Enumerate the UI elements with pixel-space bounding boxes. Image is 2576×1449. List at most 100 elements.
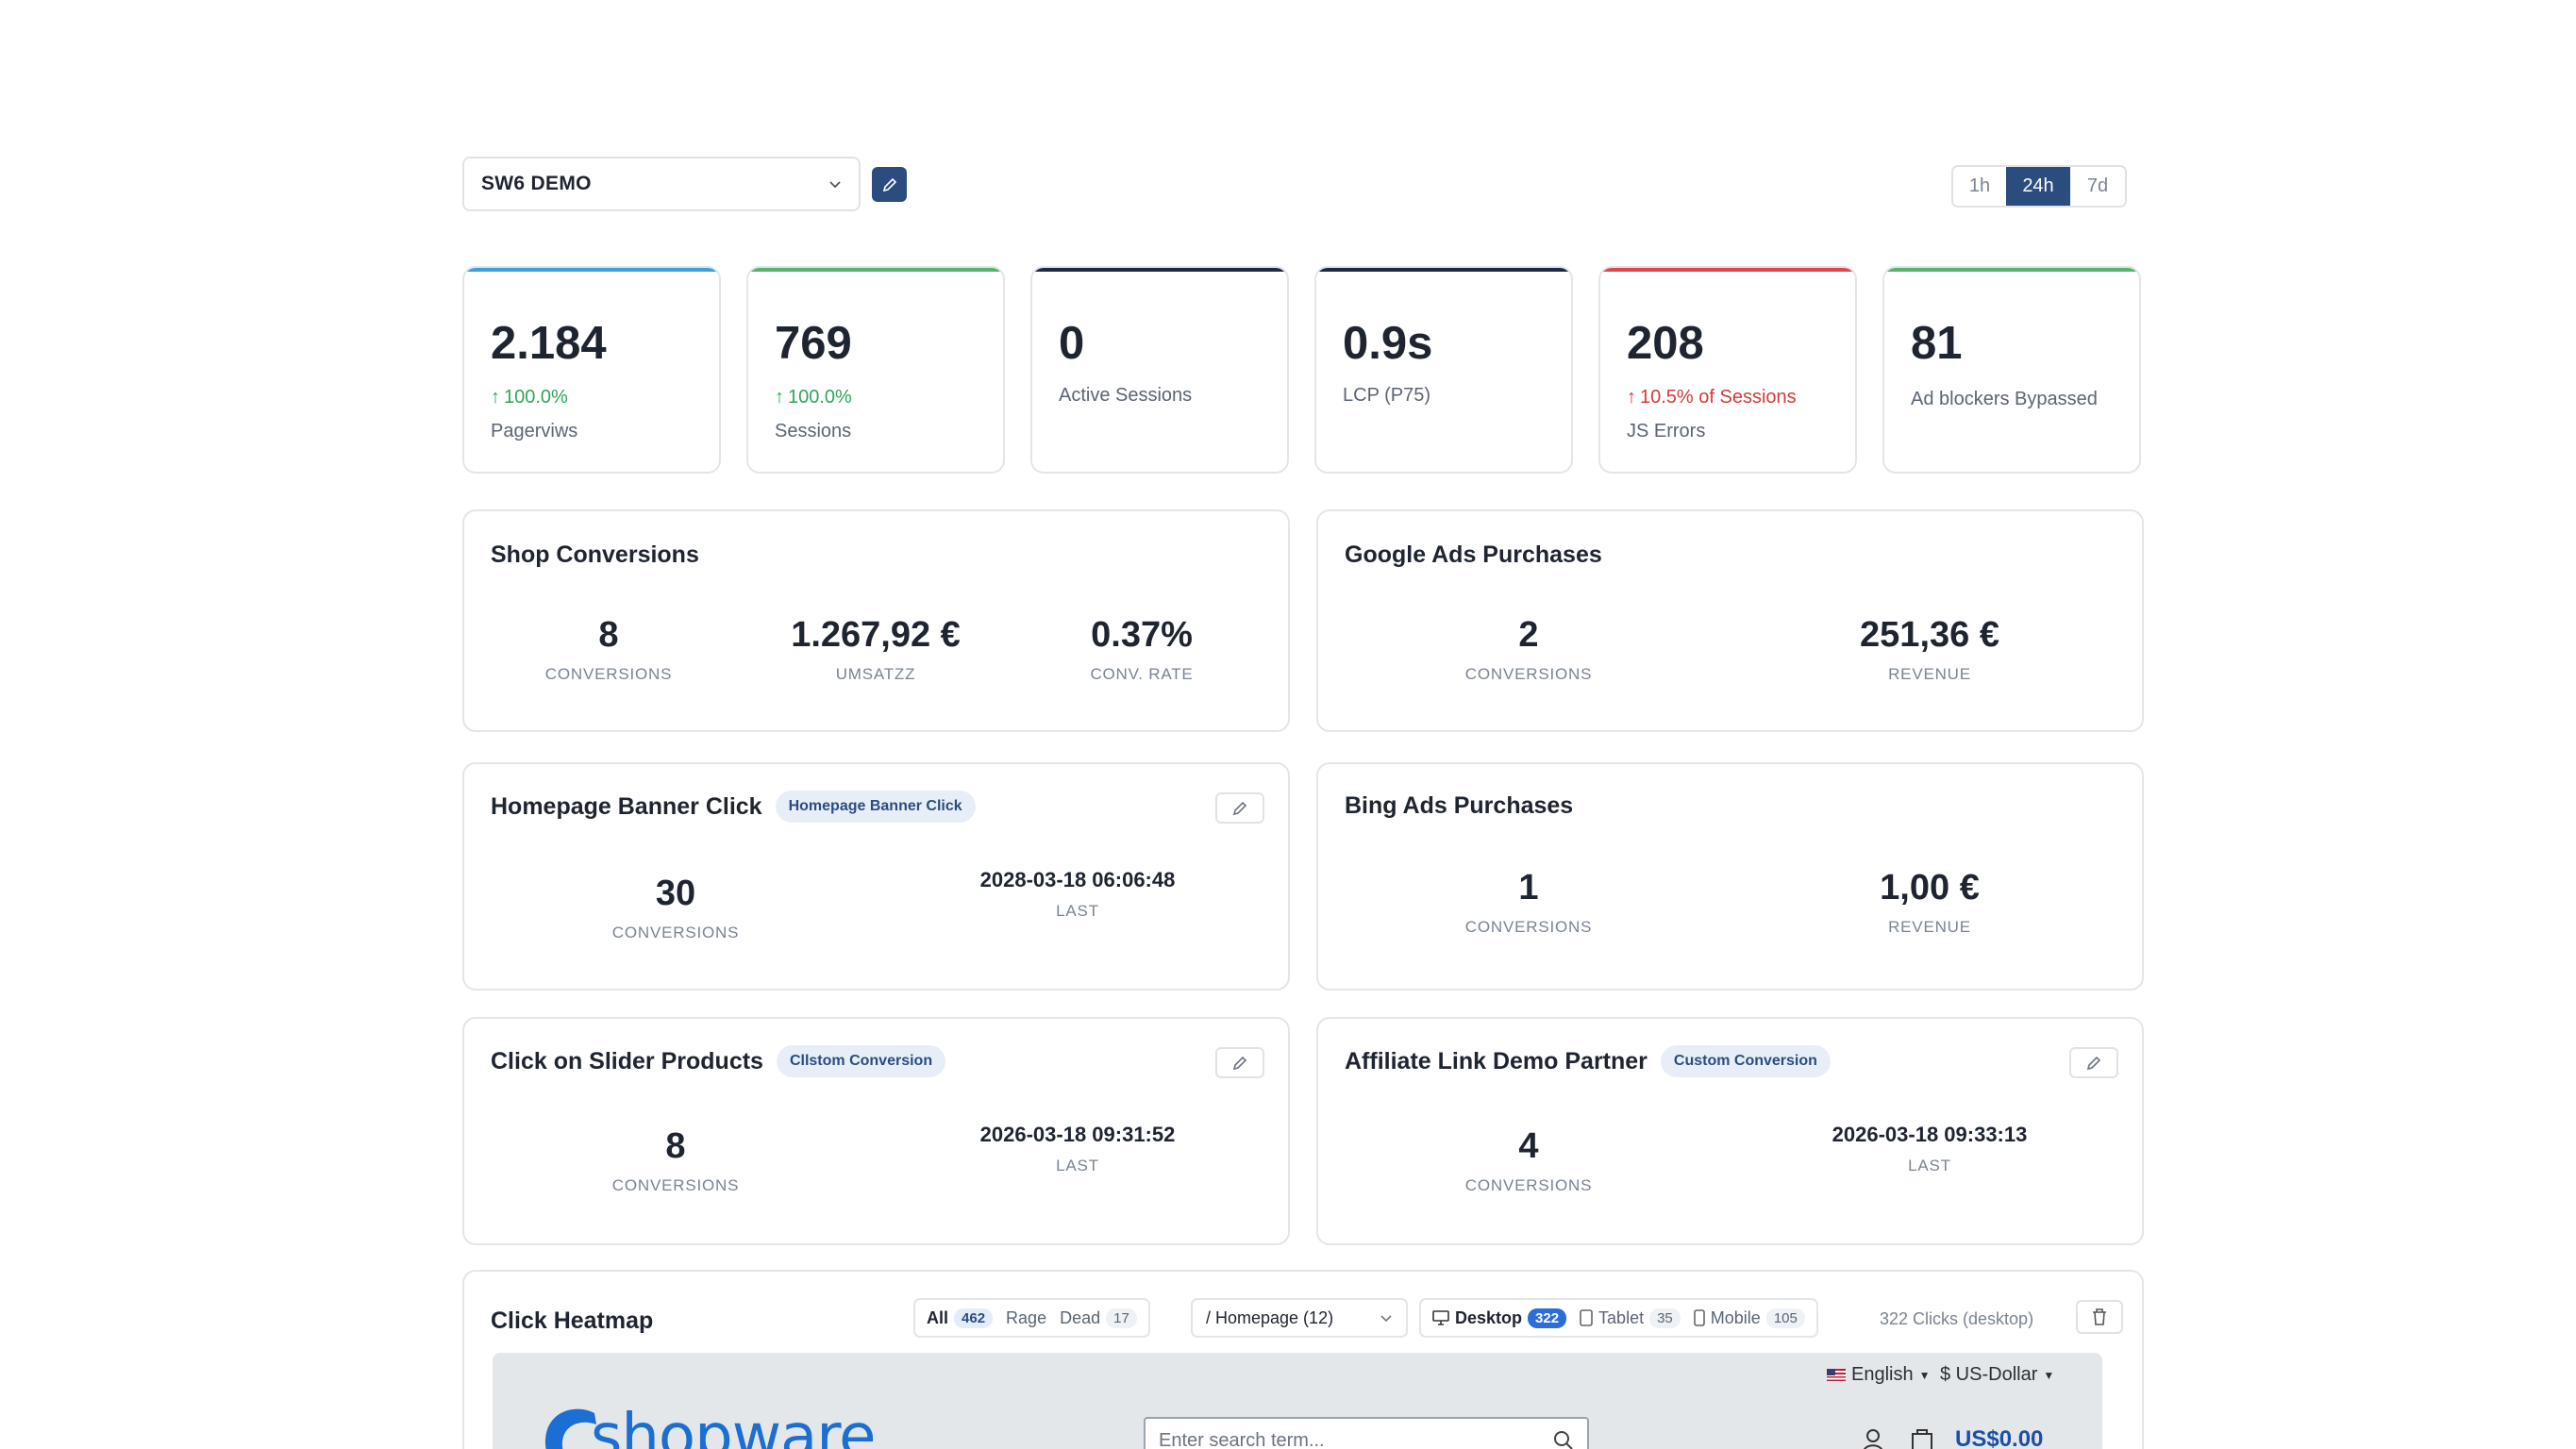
stat-value: 8 <box>665 1126 686 1166</box>
stat-conversions: 30 CONVERSIONS <box>612 874 739 942</box>
clicks-summary: 322 Clicks (desktop) <box>1880 1309 2034 1328</box>
google-ads-panel: Google Ads Purchases 2 CONVERSIONS 251,3… <box>1316 509 2144 732</box>
arrow-up-icon: ↑ <box>1627 387 1636 408</box>
caret-down-icon: ▼ <box>1918 1368 1931 1382</box>
filter-count: 462 <box>954 1307 994 1328</box>
kpi-js-errors-card: 208 ↑ 10.5% of Sessions JS Errors <box>1598 266 1857 474</box>
chevron-down-icon <box>1380 1315 1392 1323</box>
edit-conversion-button[interactable] <box>2069 1047 2118 1078</box>
language-switch[interactable]: English ▼ <box>1827 1364 1931 1386</box>
kpi-label: Ad blockers Bypassed <box>1911 389 2098 409</box>
kpi-delta-text: 100.0% <box>504 387 568 408</box>
kpi-accent-line <box>1032 268 1287 272</box>
page-select[interactable]: / Homepage (12) <box>1191 1298 1408 1338</box>
panel-title: Shop Conversions <box>491 541 699 568</box>
stat-conversions: 1 CONVERSIONS <box>1465 868 1592 937</box>
kpi-label: JS Errors <box>1627 421 1706 441</box>
kpi-value: 81 <box>1911 318 1963 369</box>
mobile-icon <box>1693 1309 1705 1326</box>
filter-rage[interactable]: Rage <box>1006 1308 1046 1328</box>
homepage-banner-panel: Homepage Banner Click Homepage Banner Cl… <box>462 762 1290 991</box>
kpi-pageviews-card: 2.184 ↑ 100.0% Pagerviws <box>462 266 721 474</box>
range-7d-button[interactable]: 7d <box>2070 167 2125 206</box>
cart-icon[interactable] <box>1910 1426 1934 1449</box>
panel-title: Google Ads Purchases <box>1345 541 1602 568</box>
stat-caption: CONVERSIONS <box>1464 665 1593 683</box>
account-icon[interactable] <box>1863 1428 1883 1449</box>
kpi-label: LCP (P75) <box>1343 385 1431 406</box>
range-24h-button[interactable]: 24h <box>2006 167 2070 206</box>
kpi-accent-line <box>1884 268 2139 272</box>
stat-caption: LAST <box>1056 1157 1099 1174</box>
kpi-accent-line <box>464 268 719 272</box>
filter-label: All <box>927 1307 949 1327</box>
stat-timestamp: 2026-03-18 09:31:52 <box>979 1123 1176 1146</box>
trash-icon <box>2093 1308 2106 1325</box>
tablet-icon <box>1580 1309 1593 1326</box>
kpi-label: Pagerviws <box>491 421 578 441</box>
device-filter: Desktop 322 Tablet 35 Mobile 105 <box>1419 1298 1818 1338</box>
stat-caption: CONVERSIONS <box>1464 1176 1593 1194</box>
stat-value: 2 <box>1518 615 1539 655</box>
stat-caption: CONVERSIONS <box>544 665 673 683</box>
shop-select[interactable]: SW6 DEMO <box>462 157 861 211</box>
panel-title-text: Click on Slider Products <box>491 1047 763 1074</box>
filter-label: Rage <box>1006 1307 1047 1327</box>
range-1h-button[interactable]: 1h <box>1953 167 2006 206</box>
device-desktop[interactable]: Desktop 322 <box>1432 1307 1567 1328</box>
chevron-down-icon <box>829 181 841 189</box>
kpi-value: 2.184 <box>491 318 607 369</box>
store-search-input[interactable]: Enter search term... <box>1144 1417 1589 1449</box>
device-count: 322 <box>1528 1307 1567 1328</box>
device-label: Mobile <box>1710 1307 1761 1327</box>
pencil-icon <box>2086 1056 2101 1070</box>
edit-conversion-button[interactable] <box>1215 792 1264 824</box>
kpi-value: 0.9s <box>1343 318 1433 369</box>
stat-value: 1,00 € <box>1880 868 1980 908</box>
currency-switch[interactable]: $ US-Dollar ▼ <box>1940 1364 2054 1386</box>
filter-all[interactable]: All 462 <box>927 1307 994 1328</box>
stat-conversions: 4 CONVERSIONS <box>1465 1126 1592 1195</box>
kpi-label: Active Sessions <box>1059 385 1193 406</box>
clear-heatmap-button[interactable] <box>2076 1300 2123 1334</box>
panel-title: Bing Ads Purchases <box>1345 792 1574 819</box>
device-mobile[interactable]: Mobile 105 <box>1693 1307 1805 1328</box>
click-type-filter: All 462 Rage Dead 17 <box>913 1298 1150 1338</box>
panel-title: Homepage Banner Click Homepage Banner Cl… <box>491 791 976 823</box>
filter-dead[interactable]: Dead 17 <box>1060 1307 1137 1328</box>
kpi-delta-text: 100.0% <box>788 387 852 408</box>
stat-value: 8 <box>598 615 619 655</box>
shopware-logo-text: shopware <box>591 1402 877 1449</box>
panel-title: Click on Slider Products Cllstom Convers… <box>491 1045 946 1077</box>
stat-revenue: 251,36 € REVENUE <box>1860 615 1999 684</box>
cart-total[interactable]: US$0.00 <box>1955 1426 2043 1449</box>
kpi-delta: ↑ 10.5% of Sessions <box>1627 387 1797 408</box>
stat-last: 2026-03-18 09:31:52 LAST <box>980 1123 1176 1175</box>
kpi-delta: ↑ 100.0% <box>775 387 852 408</box>
stat-caption: CONVERSIONS <box>1464 918 1593 936</box>
arrow-up-icon: ↑ <box>775 387 784 408</box>
stat-caption: LAST <box>1056 902 1099 920</box>
stat-timestamp: 2028-03-18 06:06:48 <box>979 868 1176 891</box>
stat-caption: LAST <box>1908 1157 1951 1174</box>
conversion-type-badge: Homepage Banner Click <box>775 791 976 823</box>
click-heatmap-panel: Click Heatmap All 462 Rage Dead 17 / Homep… <box>462 1270 2144 1449</box>
kpi-delta-text: 10.5% of Sessions <box>1640 387 1797 408</box>
device-label: Desktop <box>1455 1307 1523 1327</box>
stat-value: 1 <box>1518 868 1539 908</box>
search-icon <box>1554 1431 1573 1449</box>
conversion-type-badge: Custom Conversion <box>1660 1045 1831 1077</box>
stat-value: 4 <box>1518 1126 1539 1166</box>
kpi-delta: ↑ 100.0% <box>491 387 568 408</box>
stat-caption: UMSATZZ <box>835 665 916 683</box>
edit-conversion-button[interactable] <box>1215 1047 1264 1078</box>
kpi-accent-line <box>1316 268 1571 272</box>
stat-caption: REVENUE <box>1888 918 1971 936</box>
kpi-active-sessions-card: 0 Active Sessions <box>1030 266 1289 474</box>
stat-revenue: 1.267,92 € UMSATZZ <box>791 615 961 684</box>
time-range-toggle: 1h 24h 7d <box>1951 165 2127 208</box>
stat-conv-rate: 0.37% CONV. RATE <box>1090 615 1193 684</box>
edit-shop-button[interactable] <box>872 167 907 202</box>
shop-conversions-panel: Shop Conversions 8 CONVERSIONS 1.267,92 … <box>462 509 1290 732</box>
device-tablet[interactable]: Tablet 35 <box>1580 1307 1681 1328</box>
